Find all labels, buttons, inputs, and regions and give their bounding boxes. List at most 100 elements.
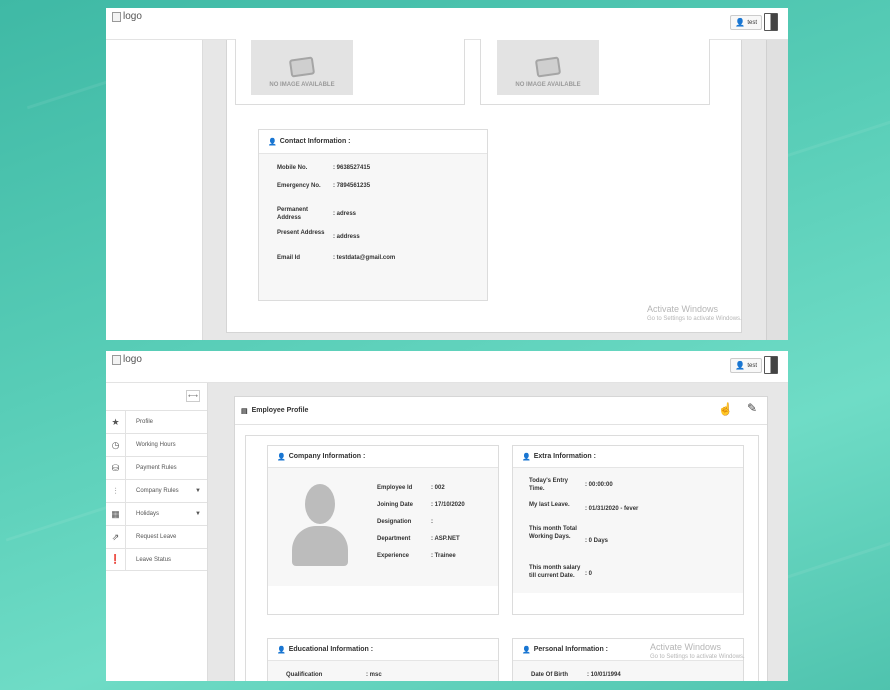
contact-card-title: Contact Information :	[279, 138, 351, 145]
personal-card-title: Personal Information :	[533, 646, 609, 653]
share-icon: ⇗	[106, 526, 126, 548]
field-value: : address	[333, 234, 360, 240]
user-icon: 👤	[735, 18, 746, 27]
user-icon: 👤	[735, 361, 746, 370]
sidebar-item-label: Request Leave	[136, 534, 177, 540]
sidebar-item-profile[interactable]: ★ Profile	[106, 410, 207, 433]
sliders-icon: ⫶	[106, 480, 126, 502]
contact-row: Email Id : testdata@gmail.com	[277, 254, 395, 262]
extra-row: This month Total Working Days. : 0 Days	[529, 525, 608, 545]
field-label: Email Id	[277, 255, 301, 261]
scrollbar[interactable]	[766, 40, 788, 340]
edit-icon[interactable]: ✎	[747, 401, 757, 415]
bottom-header: logo 👤 test	[106, 351, 788, 383]
sidebar-item-working-hours[interactable]: ◷ Working Hours	[106, 433, 207, 456]
user-name: test	[747, 362, 757, 369]
broken-image-icon	[112, 354, 121, 365]
user-icon: 👤	[277, 646, 286, 654]
sidebar-item-request-leave[interactable]: ⇗ Request Leave	[106, 525, 207, 548]
extra-information-card: 👤 Extra Information : Today's Entry Time…	[512, 445, 744, 615]
extra-row: My last Leave. : 01/31/2020 - fever	[529, 501, 638, 513]
caret-down-icon: ▼	[195, 488, 201, 494]
logout-icon[interactable]	[764, 13, 778, 31]
field-value: : msc	[366, 672, 382, 678]
avatar-body	[292, 526, 348, 566]
user-menu-button[interactable]: 👤 test	[730, 15, 762, 30]
contact-row: Permanent Address : adress	[277, 206, 356, 222]
logo[interactable]: logo	[112, 11, 142, 22]
logo-alt-text: logo	[123, 11, 142, 22]
sidebar-toggle-button[interactable]: ⟷	[186, 390, 200, 402]
field-value: : 00:00:00	[585, 482, 613, 488]
field-label: Today's Entry Time.	[529, 478, 568, 492]
sidebar-item-label: Working Hours	[136, 442, 176, 448]
watermark-subtitle: Go to Settings to activate Windows.	[650, 654, 745, 660]
no-image-placeholder-left: NO IMAGE AVAILABLE	[251, 40, 353, 95]
company-card-body: Employee Id : 002 Joining Date : 17/10/2…	[268, 468, 498, 586]
hand-pointer-icon[interactable]: ☝	[718, 402, 733, 416]
logout-icon[interactable]	[764, 356, 778, 374]
id-card-icon: ▤	[241, 407, 248, 415]
user-icon: 👤	[522, 453, 531, 461]
field-label: Employee Id	[377, 485, 413, 491]
field-value: : 7894561235	[333, 183, 371, 189]
user-icon: 👤	[268, 138, 277, 146]
education-row: Qualification : msc	[286, 671, 382, 679]
sidebar-item-payment-rules[interactable]: ⛁ Payment Rules	[106, 456, 207, 479]
educational-information-card: 👤 Educational Information : Qualificatio…	[267, 638, 499, 681]
education-card-body: Qualification : msc	[268, 661, 498, 681]
avatar-head	[305, 484, 335, 524]
company-row: Experience : Trainee	[377, 552, 456, 560]
bottom-screenshot: logo 👤 test ⟷ ★ Profile ◷ Working Hours …	[106, 351, 788, 681]
user-icon: 👤	[522, 646, 531, 654]
field-label: Mobile No.	[277, 165, 308, 171]
sidebar: ⟷ ★ Profile ◷ Working Hours ⛁ Payment Ru…	[106, 383, 208, 681]
alert-icon: ❗	[106, 549, 126, 570]
sidebar-item-leave-status[interactable]: ❗ Leave Status	[106, 548, 207, 571]
sidebar-item-company-rules[interactable]: ⫶ Company Rules ▼	[106, 479, 207, 502]
photo-placeholder-icon	[534, 56, 562, 78]
activation-watermark: Activate Windows Go to Settings to activ…	[650, 642, 745, 660]
field-value: : ASP.NET	[431, 536, 460, 542]
field-value: : 01/31/2020 - fever	[585, 506, 639, 512]
field-label: My last Leave.	[529, 502, 570, 508]
photo-placeholder-icon	[288, 56, 316, 78]
extra-card-title: Extra Information :	[533, 453, 596, 460]
field-value: : 17/10/2020	[431, 502, 465, 508]
field-value: : adress	[333, 211, 357, 217]
user-menu-button[interactable]: 👤 test	[730, 358, 762, 373]
logo[interactable]: logo	[112, 354, 142, 365]
company-card-title: Company Information :	[288, 453, 366, 460]
field-label: This month salary till current Date.	[529, 565, 581, 579]
sidebar-item-label: Payment Rules	[136, 465, 177, 471]
contact-information-card: 👤 Contact Information : Mobile No. : 963…	[258, 129, 488, 301]
broken-image-icon	[112, 11, 121, 22]
field-label: Qualification	[286, 672, 323, 678]
field-label: Present Address	[277, 230, 325, 236]
field-value: : 002	[431, 485, 445, 491]
logo-alt-text: logo	[123, 354, 142, 365]
field-value: : 10/01/1994	[587, 672, 621, 678]
no-image-label: NO IMAGE AVAILABLE	[269, 82, 335, 88]
personal-card-body: Date Of Birth : 10/01/1994	[513, 661, 743, 681]
field-value: : 9638527415	[333, 165, 371, 171]
field-label: Experience	[377, 553, 410, 559]
contact-row: Mobile No. : 9638527415	[277, 164, 370, 172]
contact-card-body: Mobile No. : 9638527415 Emergency No. : …	[259, 154, 487, 300]
clock-icon: ◷	[106, 434, 126, 456]
field-label: Date Of Birth	[531, 672, 569, 678]
company-information-card: 👤 Company Information : Employee Id : 00…	[267, 445, 499, 615]
sidebar-item-holidays[interactable]: ▦ Holidays ▼	[106, 502, 207, 525]
field-value: : 0 Days	[585, 538, 609, 544]
extra-card-body: Today's Entry Time. : 00:00:00 My last L…	[513, 468, 743, 593]
company-row: Designation :	[377, 518, 433, 526]
contact-card-header: 👤 Contact Information :	[259, 130, 487, 154]
sidebar-item-label: Company Rules	[136, 488, 179, 494]
field-value: : 0	[585, 571, 593, 577]
personal-row: Date Of Birth : 10/01/1994	[531, 671, 621, 679]
field-label: This month Total Working Days.	[529, 526, 577, 540]
profile-panel-header: ▤ Employee Profile	[235, 397, 767, 425]
education-card-header: 👤 Educational Information :	[268, 639, 498, 661]
field-value: :	[431, 519, 433, 525]
extra-row: This month salary till current Date. : 0	[529, 564, 592, 580]
